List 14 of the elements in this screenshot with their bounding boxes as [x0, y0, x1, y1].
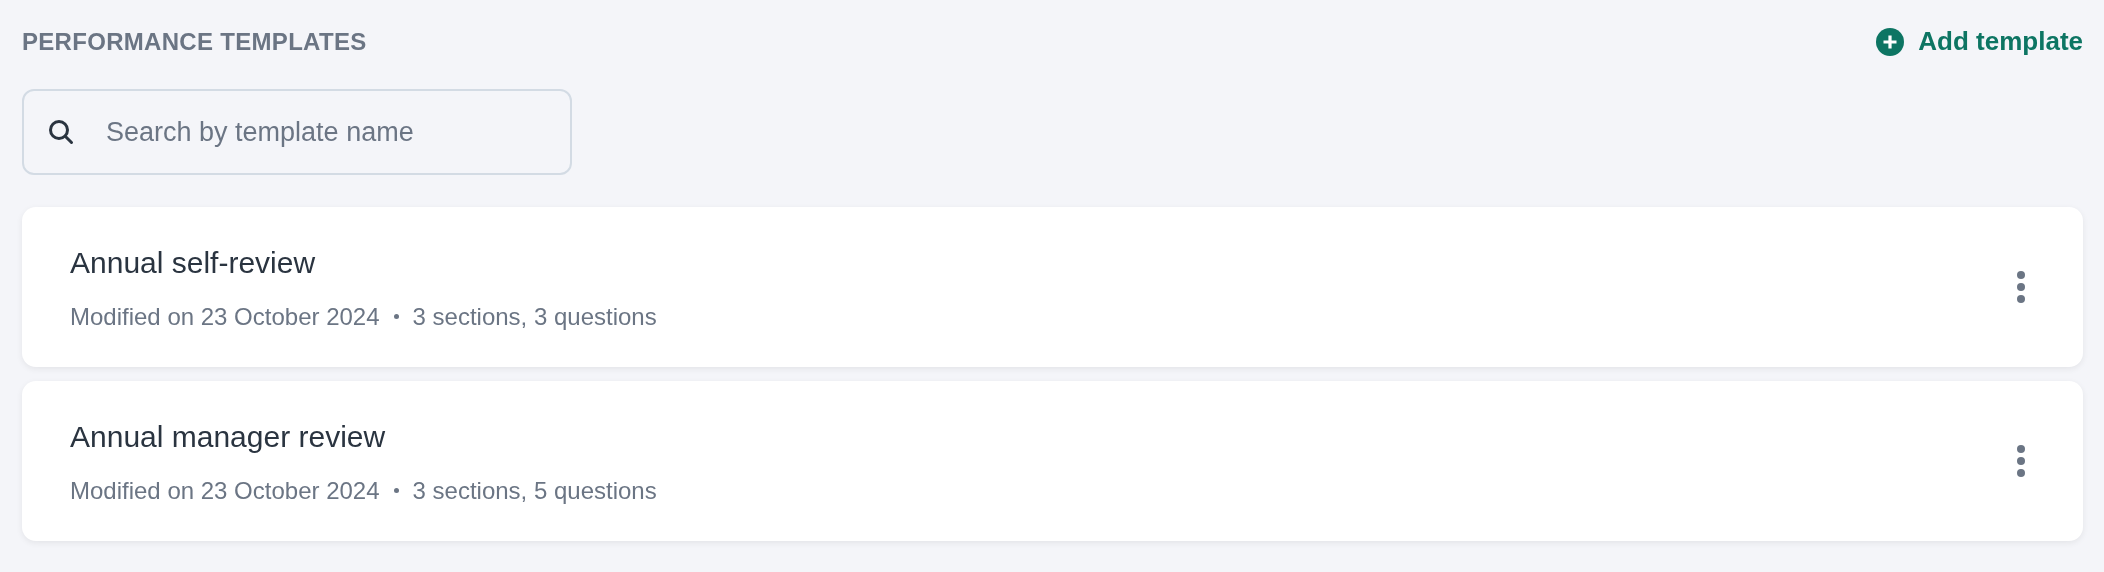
plus-circle-icon: [1876, 27, 1905, 56]
modified-date: Modified on 23 October 2024: [70, 475, 380, 506]
template-summary: 3 sections, 5 questions: [412, 475, 657, 506]
template-card[interactable]: Annual manager review Modified on 23 October 2024 3 sections, 5 questions: [22, 381, 2083, 541]
template-summary: 3 sections, 3 questions: [412, 301, 657, 332]
separator-dot: [393, 488, 399, 493]
search-field[interactable]: Search by template name: [22, 89, 572, 175]
separator-dot: [393, 314, 399, 319]
template-name: Annual self-review: [70, 244, 317, 281]
add-template-button[interactable]: Add template: [1876, 22, 2083, 61]
template-card[interactable]: Annual self-review Modified on 23 October 2024 3 sections, 3 questions: [22, 207, 2083, 367]
template-name: Annual manager review: [70, 418, 387, 455]
modified-date: Modified on 23 October 2024: [70, 301, 380, 332]
section-title: PERFORMANCE TEMPLATES: [22, 26, 367, 57]
